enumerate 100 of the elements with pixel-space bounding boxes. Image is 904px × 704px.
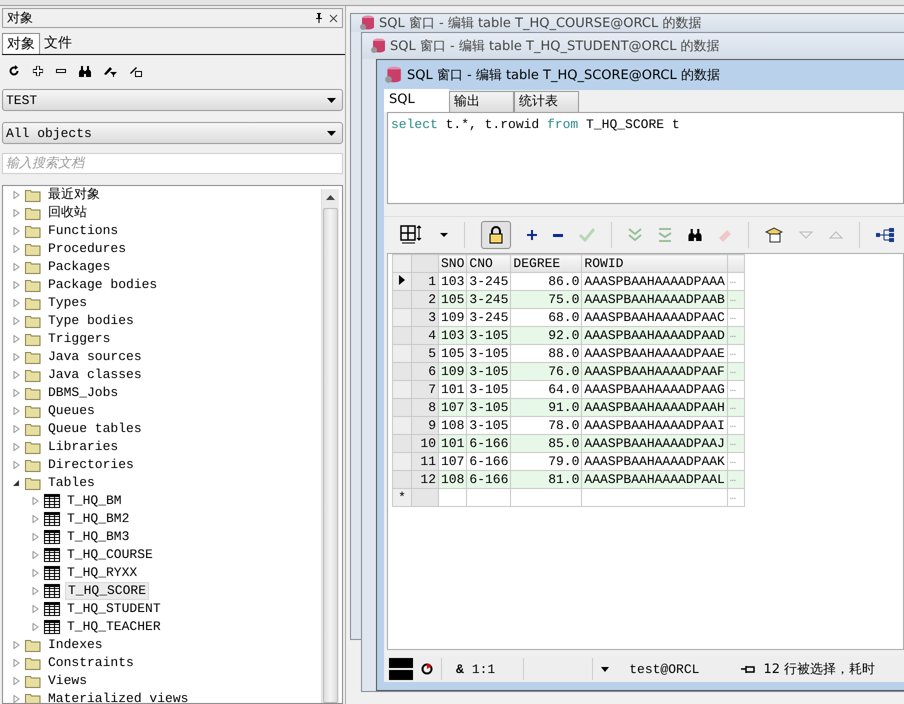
tree-item[interactable]: Packages <box>46 259 112 275</box>
tree-item[interactable]: Procedures <box>46 241 128 257</box>
user-dropdown[interactable]: TEST <box>2 89 343 111</box>
tree-item[interactable]: Java sources <box>46 349 144 365</box>
expand-arrow-icon[interactable] <box>13 641 20 649</box>
checkmark-icon[interactable] <box>579 228 595 242</box>
panel-title: 对象 <box>7 10 33 27</box>
expand-arrow-icon[interactable] <box>13 461 20 469</box>
binoculars-icon[interactable] <box>688 229 702 241</box>
minus-icon[interactable] <box>56 69 66 73</box>
filter-dropdown[interactable]: All objects <box>2 122 343 144</box>
tree-diagram-icon[interactable] <box>876 227 896 243</box>
tree-item[interactable]: Java classes <box>46 367 144 383</box>
refresh-icon[interactable] <box>421 663 433 675</box>
tree-item[interactable]: Package bodies <box>46 277 160 293</box>
tree-item[interactable]: Materialized views <box>46 691 190 703</box>
expand-arrow-icon[interactable] <box>32 515 39 523</box>
expand-arrow-icon[interactable] <box>13 353 20 361</box>
tree-item[interactable]: Constraints <box>46 655 136 671</box>
lock-button[interactable] <box>481 221 511 249</box>
cell-edit-button[interactable]: … <box>727 488 744 506</box>
tree-item[interactable]: Type bodies <box>46 313 136 329</box>
tree-item[interactable]: Directories <box>46 457 136 473</box>
tree-item[interactable]: Indexes <box>46 637 105 653</box>
tree-item[interactable]: T_HQ_TEACHER <box>65 619 163 635</box>
binoculars-icon[interactable] <box>79 66 91 76</box>
expand-arrow-icon[interactable] <box>13 191 20 199</box>
column-header[interactable]: SNO <box>438 254 467 272</box>
column-header[interactable]: CNO <box>466 254 511 272</box>
expand-arrow-icon[interactable] <box>32 497 39 505</box>
expand-arrow-icon[interactable] <box>13 695 20 703</box>
tree-item[interactable]: T_HQ_COURSE <box>65 547 155 563</box>
expand-arrow-icon[interactable] <box>13 371 20 379</box>
column-header[interactable]: DEGREE <box>510 254 582 272</box>
expand-arrow-icon[interactable] <box>13 245 20 253</box>
status-text: & <box>456 662 464 676</box>
expand-arrow-icon[interactable] <box>13 389 20 397</box>
double-down-icon[interactable] <box>628 228 642 242</box>
filter-icon[interactable] <box>104 66 117 76</box>
caret-icon[interactable] <box>601 666 610 672</box>
editor-tab[interactable]: SQL <box>384 89 449 112</box>
tree-item[interactable]: T_HQ_RYXX <box>65 565 140 581</box>
expand-arrow-icon[interactable] <box>13 443 20 451</box>
editor-tab[interactable]: 输出 <box>449 91 514 112</box>
refresh-icon[interactable] <box>8 65 20 77</box>
tree-item[interactable]: 回收站 <box>46 205 89 221</box>
expand-arrow-icon[interactable] <box>13 281 20 289</box>
up-arrow-icon[interactable] <box>829 231 843 239</box>
close-icon[interactable] <box>329 14 338 22</box>
expand-arrow-icon[interactable] <box>32 551 39 559</box>
plus-icon[interactable] <box>33 66 43 76</box>
expand-arrow-icon[interactable] <box>13 677 20 685</box>
tree-item[interactable]: Queues <box>46 403 97 419</box>
expand-arrow-icon[interactable] <box>32 587 39 595</box>
tree-item[interactable]: T_HQ_BM <box>65 493 124 509</box>
sql-editor[interactable]: select t.*, t.rowid from T_HQ_SCORE t <box>387 112 904 204</box>
tree-item[interactable]: Tables <box>46 475 97 491</box>
collapse-arrow-icon[interactable] <box>13 479 20 487</box>
expand-arrow-icon[interactable] <box>13 227 20 235</box>
tree-item[interactable]: Libraries <box>46 439 120 455</box>
expand-arrow-icon[interactable] <box>13 407 20 415</box>
tree-item[interactable]: Functions <box>46 223 120 239</box>
tree-item[interactable]: T_HQ_SCORE <box>65 582 150 600</box>
tree-item[interactable]: T_HQ_STUDENT <box>65 601 163 617</box>
scroll-up-icon[interactable] <box>326 195 335 200</box>
tree-item[interactable]: Types <box>46 295 90 311</box>
expand-arrow-icon[interactable] <box>13 263 20 271</box>
tree-item[interactable]: Queue tables <box>46 421 144 437</box>
expand-arrow-icon[interactable] <box>32 533 39 541</box>
column-header[interactable]: ROWID <box>582 254 728 272</box>
panel-tab[interactable]: 对象 <box>2 33 40 54</box>
expand-arrow-icon[interactable] <box>32 605 39 613</box>
minus-icon[interactable] <box>553 234 563 236</box>
expand-arrow-icon[interactable] <box>13 425 20 433</box>
caret-icon[interactable] <box>440 233 448 237</box>
tree-item[interactable]: 最近对象 <box>46 187 102 203</box>
editor-tab[interactable]: 统计表 <box>514 91 579 112</box>
tree-item[interactable]: Views <box>46 673 90 689</box>
pin-icon <box>741 664 756 674</box>
table-cell: AAASPBAAHAAAADPAAL <box>582 470 728 488</box>
tree-item[interactable]: Triggers <box>46 331 112 347</box>
expand-arrow-icon[interactable] <box>13 209 20 217</box>
pin-icon[interactable] <box>315 13 323 23</box>
expand-arrow-icon[interactable] <box>32 623 39 631</box>
expand-arrow-icon[interactable] <box>32 569 39 577</box>
row-indicator[interactable] <box>392 272 412 290</box>
tree-item[interactable]: T_HQ_BM2 <box>65 511 132 527</box>
tree-item[interactable]: T_HQ_BM3 <box>65 529 132 545</box>
down-arrow-icon[interactable] <box>799 231 813 239</box>
expand-arrow-icon[interactable] <box>13 317 20 325</box>
expand-arrow-icon[interactable] <box>13 659 20 667</box>
scrollbar[interactable] <box>321 189 339 703</box>
plus-icon[interactable] <box>527 230 537 240</box>
panel-tab[interactable]: 文件 <box>40 33 76 54</box>
tree-item[interactable]: DBMS_Jobs <box>46 385 120 401</box>
double-down-icon[interactable] <box>658 228 672 242</box>
search-field[interactable]: 输入搜索文档 <box>2 153 343 174</box>
expand-arrow-icon[interactable] <box>13 299 20 307</box>
expand-arrow-icon[interactable] <box>13 335 20 343</box>
current-row-icon <box>399 275 405 285</box>
